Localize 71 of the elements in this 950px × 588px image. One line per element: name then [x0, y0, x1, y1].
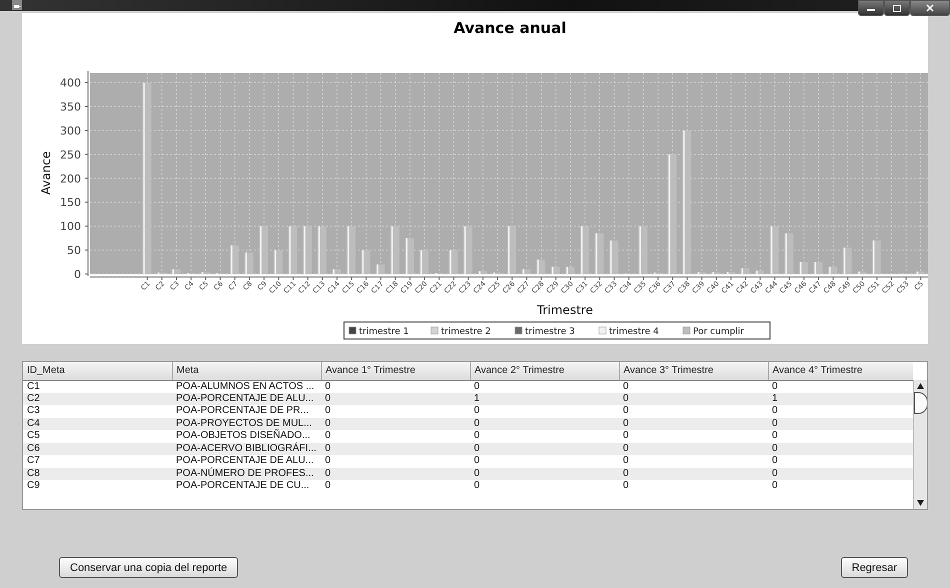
table-cell: 1 [768, 392, 913, 405]
table-cell: C8 [23, 468, 172, 480]
table-cell: 0 [619, 455, 768, 468]
table-cell: POA-PORCENTAJE DE PR... [172, 405, 321, 418]
table-cell: C2 [23, 392, 172, 405]
y-tick-label: 350 [60, 100, 81, 114]
table-cell: POA-PORCENTAJE DE CU... [172, 480, 321, 492]
legend-label: trimestre 2 [441, 327, 491, 337]
table-cell: POA-ALUMNOS EN ACTOS ... [172, 380, 321, 392]
table-cell: C7 [23, 455, 172, 468]
table-cell: 0 [768, 405, 913, 418]
y-tick-label: 0 [74, 268, 81, 281]
table-cell: 0 [768, 380, 913, 392]
table-cell: 0 [470, 455, 619, 468]
table-cell: POA-PROYECTOS DE MUL... [172, 418, 321, 430]
table-cell: 0 [619, 380, 768, 392]
table-cell: C6 [23, 442, 172, 455]
table-cell: 0 [470, 380, 619, 392]
legend-label: trimestre 1 [359, 327, 409, 337]
table-cell: 0 [619, 480, 768, 492]
table-cell: 0 [619, 392, 768, 405]
table-cell: 0 [619, 418, 768, 430]
table-cell: 0 [321, 380, 470, 392]
table-cell: 0 [619, 430, 768, 442]
table-cell: 0 [321, 418, 470, 430]
table-cell: 0 [321, 442, 470, 455]
table-cell: 0 [470, 405, 619, 418]
table-cell: POA-ACERVO BIBLIOGRÁFI... [172, 442, 321, 455]
table-cell: 0 [321, 468, 470, 480]
table-cell: 1 [470, 392, 619, 405]
table-cell: 0 [768, 430, 913, 442]
y-tick-label: 50 [67, 244, 81, 258]
table-cell: POA-PORCENTAJE DE ALU... [172, 455, 321, 468]
legend-label: trimestre 4 [609, 327, 659, 337]
table-cell: 0 [619, 442, 768, 455]
table-cell: 0 [768, 442, 913, 455]
table-cell: 0 [768, 480, 913, 492]
y-tick-label: 200 [60, 172, 81, 186]
chart-title: Avance anual [454, 19, 566, 37]
table-cell: C1 [23, 380, 172, 392]
y-tick-label: 400 [60, 76, 81, 90]
y-axis-title: Avance [39, 151, 53, 195]
x-axis-title: Trimestre [537, 303, 593, 317]
table-cell: 0 [470, 430, 619, 442]
table-cell: 0 [321, 405, 470, 418]
table-cell: 0 [619, 468, 768, 480]
table-cell: 0 [768, 468, 913, 480]
y-tick-label: 150 [60, 196, 81, 210]
table-cell: 0 [768, 418, 913, 430]
table-cell: 0 [470, 442, 619, 455]
y-tick-label: 100 [60, 220, 81, 234]
table-cell: 0 [470, 468, 619, 480]
table-cell: POA-PORCENTAJE DE ALU... [172, 392, 321, 405]
table-cell: 0 [470, 480, 619, 492]
legend-label: trimestre 3 [525, 327, 575, 337]
table-cell: C3 [23, 405, 172, 418]
y-tick-label: 300 [60, 124, 81, 138]
table-cell: 0 [321, 480, 470, 492]
y-tick-label: 250 [60, 148, 81, 162]
table-cell: 0 [321, 430, 470, 442]
table-cell: 0 [321, 455, 470, 468]
table-cell: POA-NÚMERO DE PROFES... [172, 468, 321, 480]
table-cell: 0 [768, 455, 913, 468]
table-cell: 0 [619, 405, 768, 418]
table-cell: C5 [23, 430, 172, 442]
table-cell: C4 [23, 418, 172, 430]
table-cell: POA-OBJETOS DISEÑADO... [172, 430, 321, 442]
table-cell: C9 [23, 480, 172, 492]
legend-label: Por cumplir [693, 327, 744, 337]
table-cell: 0 [321, 392, 470, 405]
table-cell: 0 [470, 418, 619, 430]
